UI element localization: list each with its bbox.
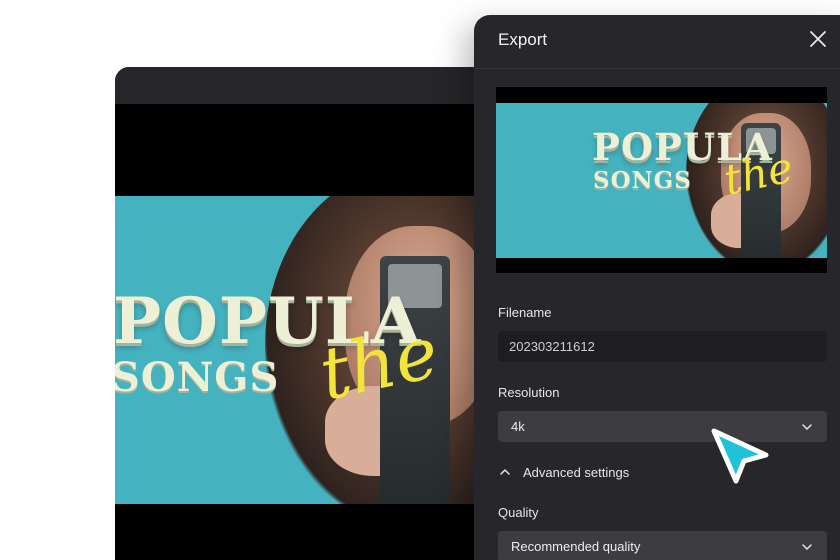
video-subtitle-text: SONGS (115, 354, 280, 401)
chevron-down-icon (802, 424, 812, 430)
chevron-down-icon (802, 544, 812, 550)
cursor-pointer-icon (711, 428, 769, 484)
filename-input[interactable]: 202303211612 (498, 331, 827, 362)
advanced-settings-label: Advanced settings (523, 464, 630, 480)
quality-label: Quality (498, 505, 539, 520)
chevron-up-icon (500, 469, 510, 475)
resolution-value: 4k (511, 419, 525, 434)
video-artwork: POPULA SONGS the (115, 196, 515, 504)
export-title: Export (498, 30, 548, 49)
export-preview: POPULA SONGS the (496, 87, 827, 273)
preview-artwork: POPULA SONGS the (496, 103, 827, 258)
preview-video-frame: POPULA SONGS the (496, 103, 827, 258)
close-icon[interactable] (807, 28, 829, 50)
resolution-select[interactable]: 4k (498, 411, 827, 442)
filename-label: Filename (498, 305, 552, 320)
editor-video-frame[interactable]: POPULA SONGS the (115, 196, 515, 504)
quality-select[interactable]: Recommended quality (498, 531, 827, 560)
editor-video-area: POPULA SONGS the (115, 104, 515, 560)
export-panel: Export POPULA SONGS the Filename 2023032… (474, 15, 840, 560)
advanced-settings-toggle[interactable]: Advanced settings (498, 462, 629, 482)
export-panel-header: Export (474, 15, 840, 69)
editor-topbar (115, 67, 515, 104)
resolution-label: Resolution (498, 385, 560, 400)
editor-window: POPULA SONGS the (115, 67, 515, 560)
preview-subtitle-text: SONGS (593, 167, 692, 194)
quality-value: Recommended quality (511, 539, 641, 554)
